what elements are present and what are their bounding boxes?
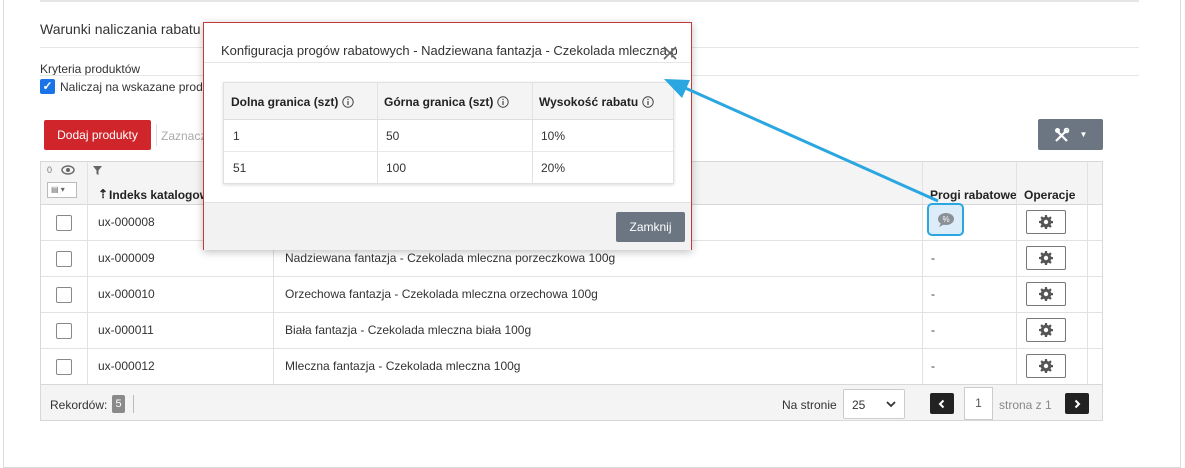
row-index: ux-000011 [98,323,154,337]
threshold-discount: 10% [541,129,566,143]
row-index: ux-000009 [98,251,155,265]
column-header-progi: Progi rabatowe [930,188,1017,202]
threshold-upper: 50 [386,129,400,143]
speech-bubble-icon: % [937,212,954,227]
chevron-down-icon [886,401,896,408]
tools-button[interactable]: ▼ [1038,119,1103,150]
row-name: Nadziewana fantazja - Czekolada mleczna … [285,251,616,265]
progi-rabatowe-button[interactable]: % [927,203,964,236]
threshold-row: 51 100 20% [224,152,673,184]
add-products-button[interactable]: Dodaj produkty [44,120,151,150]
records-count-badge: 5 [112,395,125,413]
row-name: Orzechowa fantazja - Czekolada mleczna o… [285,287,598,301]
row-name: Mleczna fantazja - Czekolada mleczna 100… [285,359,521,373]
row-index: ux-000008 [98,215,155,229]
column-header-lower-label: Dolna granica (szt) [231,95,339,109]
row-progi-value: - [931,251,935,265]
criteria-checkbox[interactable]: ✓ [40,79,55,94]
column-chooser[interactable]: ▤ ▾ [47,182,77,198]
row-name: Biała fantazja - Czekolada mleczna biała… [285,323,532,337]
column-header-operacje: Operacje [1024,188,1076,202]
row-operations-button[interactable] [1026,282,1066,306]
footer-separator [133,395,134,413]
svg-text:%: % [942,215,949,224]
gear-icon [1039,215,1053,229]
row-operations-button[interactable] [1026,354,1066,378]
row-checkbox[interactable] [56,323,72,339]
row-checkbox[interactable] [56,251,72,267]
page-number-input[interactable]: 1 [964,387,993,420]
column-header-index[interactable]: Indeks katalogowy [109,188,216,202]
column-header-discount-label: Wysokość rabatu [539,95,639,109]
threshold-row: 1 50 10% [224,120,673,152]
row-checkbox[interactable] [56,287,72,303]
row-progi-value: - [931,287,935,301]
thresholds-table: Dolna granica (szt) Górna granica (szt) … [223,82,674,184]
gear-icon [1039,251,1053,265]
threshold-discount: 20% [541,161,566,175]
threshold-lower: 1 [233,129,240,143]
grid-footer: Rekordów: 5 Na stronie 25 1 strona z 1 [41,384,1102,420]
row-operations-button[interactable] [1026,210,1066,234]
info-icon[interactable] [342,96,355,108]
table-row: ux-000011 Biała fantazja - Czekolada mle… [41,313,1102,349]
filter-icon[interactable] [93,166,102,175]
row-progi-value: - [931,323,935,337]
page-of-label: strona z 1 [999,398,1052,412]
per-page-label: Na stronie [782,398,837,412]
eye-icon[interactable] [61,165,75,175]
sort-asc-icon[interactable]: ⇡ [98,187,108,201]
caret-down-icon: ▼ [1079,130,1088,139]
per-page-value: 25 [852,398,866,412]
criteria-checkbox-label: Naliczaj na wskazane produkty [60,80,225,94]
info-icon[interactable] [497,96,510,108]
top-divider [40,0,1139,2]
criteria-label: Kryteria produktów [40,62,141,76]
gear-icon [1039,323,1053,337]
discount-thresholds-modal: Konfiguracja progów rabatowych - Nadziew… [203,22,692,250]
row-index: ux-000010 [98,287,155,301]
threshold-lower: 51 [233,161,247,175]
column-header-upper-label: Górna granica (szt) [384,95,494,109]
next-page-button[interactable] [1065,393,1089,414]
row-checkbox[interactable] [56,359,72,375]
column-header-discount: Wysokość rabatu [539,95,654,109]
column-header-upper: Górna granica (szt) [384,95,510,109]
gear-icon [1039,287,1053,301]
section-title: Warunki naliczania rabatu [40,21,201,37]
close-icon[interactable] [662,45,678,61]
threshold-upper: 100 [386,161,407,175]
row-operations-button[interactable] [1026,246,1066,270]
close-modal-button[interactable]: Zamknij [616,212,685,242]
table-row: ux-000012 Mleczna fantazja - Czekolada m… [41,349,1102,385]
row-progi-value: - [931,359,935,373]
modal-divider [204,62,691,63]
table-row: ux-000010 Orzechowa fantazja - Czekolada… [41,277,1102,313]
row-operations-button[interactable] [1026,318,1066,342]
chevron-left-icon [938,399,945,408]
previous-page-button[interactable] [930,393,954,414]
records-label: Rekordów: [50,398,108,412]
gear-icon [1039,359,1053,373]
row-index: ux-000012 [98,359,155,373]
info-icon[interactable] [642,96,654,108]
thresholds-table-header: Dolna granica (szt) Górna granica (szt) … [224,83,673,120]
per-page-select[interactable]: 25 [843,389,905,419]
visible-count: 0 [47,165,53,175]
modal-footer: Zamknij [204,202,691,250]
toolbar-separator [156,124,157,146]
modal-title: Konfiguracja progów rabatowych - Nadziew… [221,43,677,58]
row-checkbox[interactable] [56,215,72,231]
tools-icon [1054,127,1069,142]
filter-input[interactable]: Zaznacz [161,129,206,143]
chevron-right-icon [1074,399,1081,408]
column-header-lower: Dolna granica (szt) [231,95,355,109]
